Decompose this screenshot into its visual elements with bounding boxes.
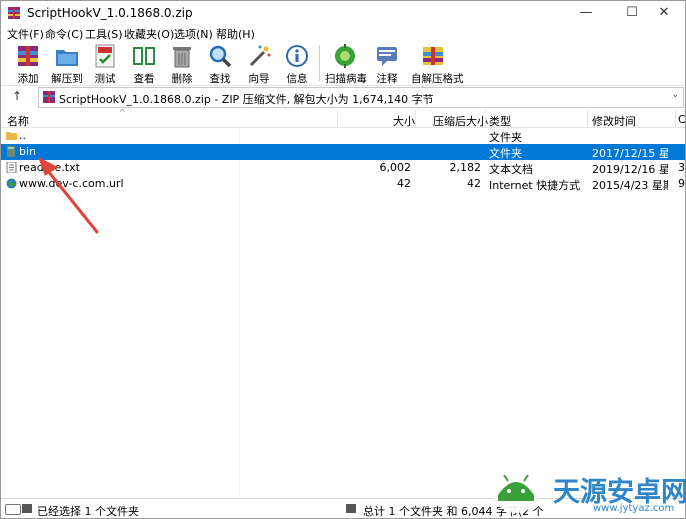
test-icon (95, 44, 115, 68)
delete-icon (173, 47, 191, 68)
column-header-packed[interactable]: 压缩后大小 (433, 113, 488, 129)
header-divider[interactable] (675, 110, 676, 127)
comment-label: 注释 (376, 73, 398, 85)
file-modified: 2015/4/23 星期... (592, 179, 668, 192)
address-path: ScriptHookV_1.0.1868.0.zip - ZIP 压缩文件, 解… (59, 93, 434, 106)
menu-command[interactable]: 命令(C) (45, 26, 83, 42)
header-divider[interactable] (587, 110, 588, 127)
wizard-icon (249, 45, 271, 67)
file-type: 文件夹 (489, 147, 522, 160)
file-modified: 2017/12/15 星... (592, 147, 668, 160)
menu-options[interactable]: 选项(N) (174, 26, 213, 42)
wizard-label: 向导 (248, 73, 270, 85)
menu-favorites[interactable]: 收藏夹(O) (124, 26, 174, 42)
comment-icon (377, 47, 397, 66)
text-file-icon (6, 162, 17, 173)
file-name: readme.txt (19, 161, 80, 174)
sfx-icon (423, 47, 443, 65)
find-icon (209, 45, 232, 68)
window-title: ScriptHookV_1.0.1868.0.zip (27, 6, 193, 20)
file-type: Internet 快捷方式 (489, 179, 581, 192)
file-crc: 9 (678, 177, 685, 190)
file-packed-size: 42 (467, 177, 481, 190)
add-label: 添加 (17, 73, 39, 85)
folder-up-icon (6, 132, 17, 140)
file-list: 名称 ^ 大小 压缩后大小 类型 修改时间 CRC .. 文件夹 (1, 108, 685, 496)
file-modified: 2019/12/16 星... (592, 163, 668, 176)
info-icon (286, 45, 308, 67)
file-type: 文本文档 (489, 163, 533, 176)
column-header-modified[interactable]: 修改时间 (592, 113, 636, 129)
zip-archive-icon (43, 91, 55, 103)
sfx-label: 自解压格式 (411, 73, 464, 85)
watermark-logo (492, 465, 540, 513)
file-name: bin (19, 145, 37, 158)
list-header: 名称 ^ 大小 压缩后大小 类型 修改时间 CRC (1, 108, 685, 129)
address-row: ↑ ScriptHookV_1.0.1868.0.zip - ZIP 压缩文件,… (1, 86, 685, 108)
add-icon (18, 46, 38, 66)
test-label: 测试 (94, 73, 116, 85)
file-name: www.dev-c.com.url (19, 177, 124, 190)
find-label: 查找 (209, 73, 231, 85)
chevron-down-icon[interactable]: ⌄ (671, 90, 679, 100)
info-button[interactable]: 信息 (277, 42, 317, 85)
virus-scan-button[interactable]: 扫描病毒 (325, 42, 367, 85)
winrar-app-icon (8, 7, 20, 19)
minimize-button[interactable]: — (563, 1, 609, 25)
column-header-name[interactable]: 名称 (7, 113, 29, 129)
list-item[interactable]: .. 文件夹 (1, 128, 685, 144)
watermark-url: www.jytyaz.com (593, 503, 675, 514)
file-crc: 3 (678, 161, 685, 174)
menu-tools[interactable]: 工具(S) (85, 26, 123, 42)
virus-scan-icon (335, 44, 355, 68)
toolbar: 添加 解压到 测试 查看 删除 查找 向导 信息 扫描病毒 注释 自解压格式 (1, 41, 685, 86)
address-bar[interactable]: ScriptHookV_1.0.1868.0.zip - ZIP 压缩文件, 解… (38, 87, 684, 108)
up-folder-button[interactable]: ↑ (9, 89, 25, 105)
wizard-button[interactable]: 向导 (239, 42, 279, 85)
winrar-window: ScriptHookV_1.0.1868.0.zip — ☐ ✕ 文件(F) 命… (0, 0, 686, 519)
toolbar-separator (319, 45, 320, 81)
url-icon (6, 178, 17, 189)
view-label: 查看 (133, 73, 155, 85)
delete-button[interactable]: 删除 (162, 42, 202, 85)
column-header-type[interactable]: 类型 (489, 113, 511, 129)
sfx-button[interactable]: 自解压格式 (411, 42, 464, 85)
file-size: 42 (397, 177, 411, 190)
find-button[interactable]: 查找 (200, 42, 240, 85)
info-label: 信息 (286, 73, 308, 85)
view-icon (133, 47, 155, 65)
test-button[interactable]: 测试 (85, 42, 125, 85)
folder-icon (7, 146, 15, 157)
file-type: 文件夹 (489, 131, 522, 144)
header-divider[interactable] (337, 110, 338, 127)
add-button[interactable]: 添加 (8, 42, 48, 85)
menu-file[interactable]: 文件(F) (7, 26, 44, 42)
status-selection: 已经选择 1 个文件夹 (37, 505, 139, 518)
header-divider[interactable] (415, 110, 416, 127)
column-header-crc[interactable]: CRC (678, 113, 685, 126)
key-icon (22, 504, 32, 513)
extract-to-icon (56, 50, 78, 66)
extract-to-label: 解压到 (51, 73, 83, 85)
file-size: 6,002 (379, 161, 412, 174)
close-button[interactable]: ✕ (641, 1, 685, 25)
menu-help[interactable]: 帮助(H) (216, 26, 255, 42)
list-item[interactable]: www.dev-c.com.url 42 42 Internet 快捷方式 20… (1, 176, 685, 192)
column-header-size[interactable]: 大小 (393, 113, 415, 129)
list-item-selected[interactable]: bin 文件夹 2017/12/15 星... (1, 144, 685, 160)
virus-scan-label: 扫描病毒 (325, 73, 367, 85)
header-divider[interactable] (485, 110, 486, 127)
sort-ascending-icon: ^ (119, 108, 126, 117)
file-packed-size: 2,182 (449, 161, 482, 174)
delete-label: 删除 (171, 73, 193, 85)
archive-icon (346, 504, 356, 513)
title-bar: ScriptHookV_1.0.1868.0.zip — ☐ ✕ (1, 1, 685, 25)
file-name: .. (19, 129, 26, 142)
extract-to-button[interactable]: 解压到 (47, 42, 87, 85)
comment-button[interactable]: 注释 (367, 42, 407, 85)
view-button[interactable]: 查看 (124, 42, 164, 85)
drive-icon (5, 504, 21, 515)
list-item[interactable]: readme.txt 6,002 2,182 文本文档 2019/12/16 星… (1, 160, 685, 176)
menu-bar: 文件(F) 命令(C) 工具(S) 收藏夹(O) 选项(N) 帮助(H) (1, 25, 685, 41)
